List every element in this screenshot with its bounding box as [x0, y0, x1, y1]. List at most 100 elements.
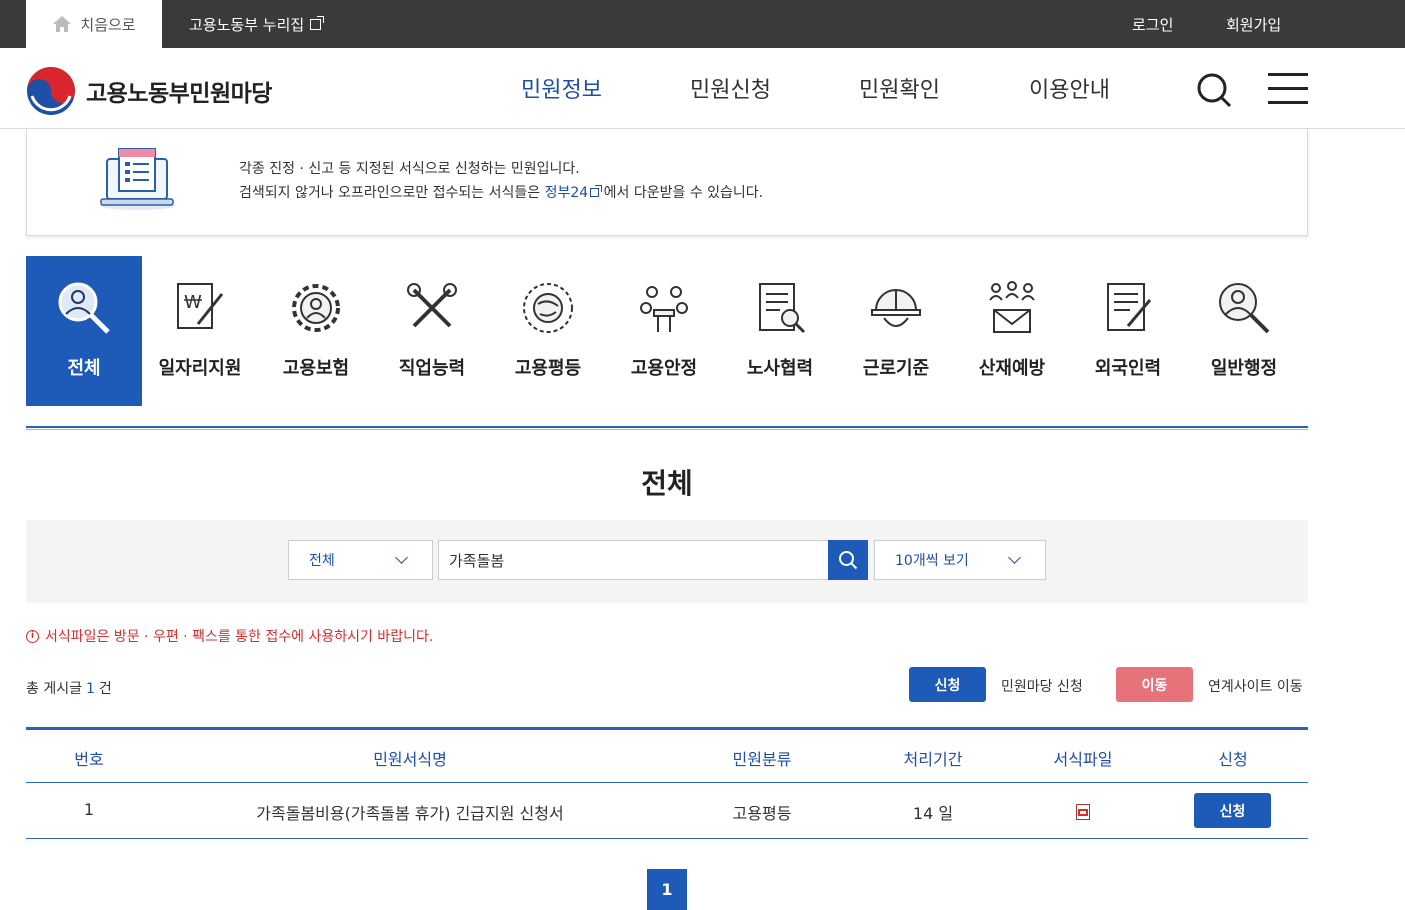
legend-apply-badge: 신청	[909, 667, 986, 702]
category-label: 외국인력	[1094, 358, 1162, 379]
chevron-down-icon	[395, 551, 408, 564]
legend-apply-desc: 민원마당 신청	[1001, 679, 1083, 695]
home-link[interactable]: 치음으로	[26, 0, 162, 48]
site-header: 고용노동부민원마당 민원정보 민원신청 민원확인 이용안내	[0, 48, 1405, 129]
column-header-no: 번호	[74, 750, 104, 769]
gov24-link-label: 정부24	[544, 185, 589, 201]
gov24-link[interactable]: 정부24	[545, 185, 604, 201]
page-size-select[interactable]: 10개씩 보기	[874, 540, 1046, 580]
form-pen-icon	[1107, 283, 1152, 331]
table-row: 1 가족돌봄비용(가족돌봄 휴가) 긴급지원 신청서 고용평등 14 일 신청	[26, 783, 1308, 839]
legend-move-desc: 연계사이트 이동	[1208, 679, 1303, 695]
search-panel: 전체 10개씩 보기	[26, 520, 1308, 603]
row-period: 14 일	[912, 804, 954, 823]
search-button[interactable]	[828, 540, 868, 580]
category-tab-admin[interactable]: 일반행정	[1186, 256, 1302, 406]
site-logo-text: 고용노동부민원마당	[86, 81, 272, 107]
legend-move-badge: 이동	[1116, 667, 1193, 702]
category-label: 고용평등	[514, 358, 582, 379]
search-scope-value: 전체	[309, 553, 335, 569]
external-link-icon	[310, 15, 325, 30]
document-check-icon	[759, 283, 806, 334]
row-category: 고용평등	[732, 804, 792, 823]
category-tabs: 전체 W 일자리지원 고용보험 직업능력 고용평등 고용안정 노사협력 근로기준…	[26, 256, 1308, 406]
person-magnifier-icon	[58, 282, 110, 334]
form-table: 번호 민원서식명 민원분류 처리기간 서식파일 신청 1 가족돌봄비용(가족돌봄…	[26, 727, 1308, 839]
laptop-form-icon	[100, 148, 174, 210]
home-label: 치음으로	[80, 15, 136, 34]
column-header-apply: 신청	[1218, 750, 1248, 769]
category-tab-skills[interactable]: 직업능력	[374, 256, 490, 406]
column-header-file: 서식파일	[1053, 750, 1113, 769]
total-count: 총 게시글 1 건	[26, 678, 112, 698]
category-tab-standards[interactable]: 근로기준	[838, 256, 954, 406]
nav-item-check[interactable]: 민원확인	[859, 72, 940, 104]
home-icon	[53, 16, 72, 32]
login-link[interactable]: 로그인	[1132, 0, 1173, 48]
page-size-value: 10개씩 보기	[895, 553, 969, 569]
hwp-file-icon[interactable]	[1076, 804, 1090, 820]
category-label: 전체	[67, 358, 101, 379]
search-icon	[839, 551, 858, 570]
nav-item-info[interactable]: 민원정보	[521, 72, 602, 104]
info-text-2-prefix: 검색되지 않거나 오프라인으로만 접수되는 서식들은	[239, 185, 541, 201]
info-text-2: 검색되지 않거나 오프라인으로만 접수되는 서식들은 정부24 에서 다운받을 …	[239, 182, 763, 202]
person-magnifier-icon	[1219, 283, 1270, 334]
info-text-2-suffix: 에서 다운받을 수 있습니다.	[603, 185, 764, 201]
nav-item-apply[interactable]: 민원신청	[690, 72, 771, 104]
meeting-icon	[640, 286, 688, 332]
search-icon[interactable]	[1196, 72, 1232, 108]
nav-item-guide[interactable]: 이용안내	[1029, 72, 1110, 104]
notice-text: 서식파일은 방문 · 우편 · 팩스를 통한 접수에 사용하시기 바랍니다.	[45, 629, 434, 645]
utility-bar: 치음으로 고용노동부 누리집 로그인 회원가입	[0, 0, 1405, 48]
form-file-notice: i 서식파일은 방문 · 우편 · 팩스를 통한 접수에 사용하시기 바랍니다.	[26, 626, 433, 646]
category-tab-labor[interactable]: 노사협력	[722, 256, 838, 406]
chevron-down-icon	[1008, 551, 1021, 564]
ministry-site-link[interactable]: 고용노동부 누리집	[189, 0, 325, 48]
tools-icon	[407, 283, 457, 328]
category-label: 산재예방	[978, 358, 1046, 379]
total-number: 1	[85, 681, 95, 697]
search-scope-select[interactable]: 전체	[288, 540, 433, 580]
table-header: 번호 민원서식명 민원분류 처리기간 서식파일 신청	[26, 727, 1308, 783]
search-input[interactable]	[438, 540, 829, 580]
info-text-1: 각종 진정 · 신고 등 지정된 서식으로 신청하는 민원입니다.	[239, 161, 580, 177]
taegeuk-logo-icon	[27, 67, 75, 115]
ministry-site-label: 고용노동부 누리집	[189, 15, 305, 34]
category-tab-equality[interactable]: 고용평등	[490, 256, 606, 406]
category-tab-safety[interactable]: 산재예방	[954, 256, 1070, 406]
row-form-name[interactable]: 가족돌봄비용(가족돌봄 휴가) 긴급지원 신청서	[256, 800, 563, 824]
category-tab-stability[interactable]: 고용안정	[606, 256, 722, 406]
join-link[interactable]: 회원가입	[1226, 0, 1281, 48]
category-tab-all[interactable]: 전체	[26, 256, 142, 406]
category-label: 고용보험	[282, 358, 350, 379]
category-tab-job[interactable]: W 일자리지원	[142, 256, 258, 406]
menu-icon[interactable]	[1268, 73, 1308, 105]
category-tab-foreign[interactable]: 외국인력	[1070, 256, 1186, 406]
column-header-category: 민원분류	[732, 750, 792, 769]
category-label: 근로기준	[862, 358, 930, 379]
external-link-icon	[590, 185, 603, 197]
page-title: 전체	[641, 467, 693, 500]
info-box: 각종 진정 · 신고 등 지정된 서식으로 신청하는 민원입니다. 검색되지 않…	[26, 129, 1308, 236]
hardhat-icon	[871, 289, 921, 327]
apply-button[interactable]: 신청	[1194, 793, 1271, 828]
category-tab-insurance[interactable]: 고용보험	[258, 256, 374, 406]
total-prefix: 총 게시글	[26, 681, 82, 697]
category-label: 노사협력	[746, 358, 814, 379]
svg-text:W: W	[184, 292, 202, 313]
row-number: 1	[83, 800, 95, 819]
category-label: 직업능력	[398, 358, 466, 379]
globe-arrows-icon	[523, 283, 573, 333]
total-suffix: 건	[98, 681, 112, 697]
column-header-period: 처리기간	[903, 750, 963, 769]
column-header-name: 민원서식명	[373, 750, 447, 769]
site-logo[interactable]: 고용노동부민원마당	[26, 66, 272, 116]
category-label: 고용안정	[630, 358, 698, 379]
category-label: 일반행정	[1210, 358, 1278, 379]
section-divider	[26, 426, 1308, 430]
pagination-page-1[interactable]: 1	[647, 869, 687, 910]
info-icon: i	[26, 629, 39, 643]
won-document-pen-icon: W	[177, 283, 224, 329]
gear-person-icon	[292, 284, 340, 332]
